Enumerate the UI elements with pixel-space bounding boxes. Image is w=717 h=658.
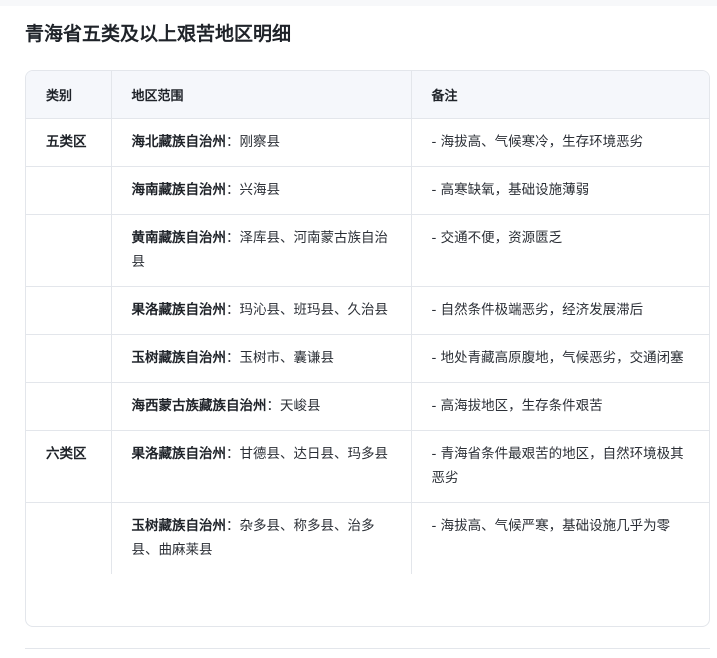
cell-note: - 海拔高、气候严寒，基础设施几乎为零 xyxy=(431,518,671,534)
region-detail: 玉树市、囊谦县 xyxy=(239,350,335,366)
cell-region: 海北藏族自治州：刚察县 xyxy=(111,118,412,167)
table-row: 海南藏族自治州：兴海县 - 高寒缺氧，基础设施薄弱 xyxy=(26,166,709,215)
table-row: 黄南藏族自治州：泽库县、河南蒙古族自治县 - 交通不便，资源匮乏 xyxy=(26,214,709,287)
region-separator: ： xyxy=(226,134,240,150)
table-body: 五类区 海北藏族自治州：刚察县 - 海拔高、气候寒冷，生存环境恶劣 海南藏族自治州：兴… xyxy=(26,118,709,574)
table-row: 五类区 海北藏族自治州：刚察县 - 海拔高、气候寒冷，生存环境恶劣 xyxy=(26,118,709,167)
region-separator: ： xyxy=(226,518,240,534)
region-detail: 刚察县 xyxy=(239,134,281,150)
region-name: 海西蒙古族藏族自治州 xyxy=(131,398,267,414)
hardship-areas-table: 类别 地区范围 备注 五类区 海北藏族自治州：刚察县 - 海拔高、气候寒冷，生存环境… xyxy=(25,70,710,627)
header-category: 类别 xyxy=(26,71,112,119)
cell-note: - 青海省条件最艰苦的地区，自然环境极其恶劣 xyxy=(411,430,709,503)
table-row: 海西蒙古族藏族自治州：天峻县 - 高海拔地区，生存条件艰苦 xyxy=(26,382,709,431)
table-row: 玉树藏族自治州：玉树市、囊谦县 - 地处青藏高原腹地，气候恶劣，交通闭塞 xyxy=(26,334,709,383)
cell-region: 果洛藏族自治州：玛沁县、班玛县、久治县 xyxy=(111,286,412,335)
table: 类别 地区范围 备注 五类区 海北藏族自治州：刚察县 - 海拔高、气候寒冷，生存环境… xyxy=(26,71,709,574)
region-separator: ： xyxy=(226,350,240,366)
region-detail: 兴海县 xyxy=(239,182,281,198)
region-separator: ： xyxy=(226,230,240,246)
cell-note: - 高海拔地区，生存条件艰苦 xyxy=(411,382,709,431)
cell-region: 黄南藏族自治州：泽库县、河南蒙古族自治县 xyxy=(111,214,412,287)
table-row: 六类区 果洛藏族自治州：甘德县、达日县、玛多县 - 青海省条件最艰苦的地区，自然环境… xyxy=(26,430,709,503)
cell-note: - 高寒缺氧，基础设施薄弱 xyxy=(411,166,709,215)
cell-note: - 海拔高、气候寒冷，生存环境恶劣 xyxy=(411,118,709,167)
region-separator: ： xyxy=(226,302,240,318)
region-name: 玉树藏族自治州 xyxy=(131,518,227,534)
cell-region: 果洛藏族自治州：甘德县、达日县、玛多县 xyxy=(111,430,412,503)
region-separator: ： xyxy=(226,446,240,462)
region-name: 海北藏族自治州 xyxy=(131,134,227,150)
region-detail: 玛沁县、班玛县、久治县 xyxy=(239,302,389,318)
table-header: 类别 地区范围 备注 xyxy=(26,71,709,119)
bottom-divider xyxy=(25,648,710,649)
cell-category: 五类区 xyxy=(26,118,112,167)
cell-region: 海南藏族自治州：兴海县 xyxy=(111,166,412,215)
table-row: 玉树藏族自治州：杂多县、称多县、治多县、曲麻莱县 - 海拔高、气候严寒，基础设施几… xyxy=(26,502,709,574)
region-detail: 甘德县、达日县、玛多县 xyxy=(239,446,389,462)
region-separator: ： xyxy=(266,398,281,414)
cell-note: - 交通不便，资源匮乏 xyxy=(411,214,709,287)
cell-category xyxy=(26,166,112,215)
region-detail: 天峻县 xyxy=(280,398,321,414)
cell-category xyxy=(26,334,112,383)
cell-category xyxy=(26,502,112,574)
cell-category xyxy=(26,286,112,335)
cell-region: 海西蒙古族藏族自治州：天峻县 xyxy=(111,382,412,431)
cell-region: 玉树藏族自治州：杂多县、称多县、治多县、曲麻莱县 xyxy=(111,502,412,574)
cell-region: 玉树藏族自治州：玉树市、囊谦县 xyxy=(111,334,412,383)
region-name: 黄南藏族自治州 xyxy=(131,230,227,246)
header-region: 地区范围 xyxy=(111,71,412,119)
region-separator: ： xyxy=(226,182,240,198)
region-name: 玉树藏族自治州 xyxy=(131,350,227,366)
top-strip xyxy=(0,0,717,6)
cell-category: 六类区 xyxy=(26,430,112,503)
cell-note: - 地处青藏高原腹地，气候恶劣，交通闭塞 xyxy=(411,334,709,383)
region-name: 果洛藏族自治州 xyxy=(131,302,227,318)
cell-category xyxy=(26,382,112,431)
region-name: 果洛藏族自治州 xyxy=(131,446,227,462)
header-note: 备注 xyxy=(411,71,709,119)
table-row: 果洛藏族自治州：玛沁县、班玛县、久治县 - 自然条件极端恶劣，经济发展滞后 xyxy=(26,286,709,335)
page-title: 青海省五类及以上艰苦地区明细 xyxy=(25,23,292,45)
cell-category xyxy=(26,214,112,287)
cell-note: - 自然条件极端恶劣，经济发展滞后 xyxy=(411,286,709,335)
region-name: 海南藏族自治州 xyxy=(131,182,227,198)
header-row: 类别 地区范围 备注 xyxy=(26,71,709,119)
